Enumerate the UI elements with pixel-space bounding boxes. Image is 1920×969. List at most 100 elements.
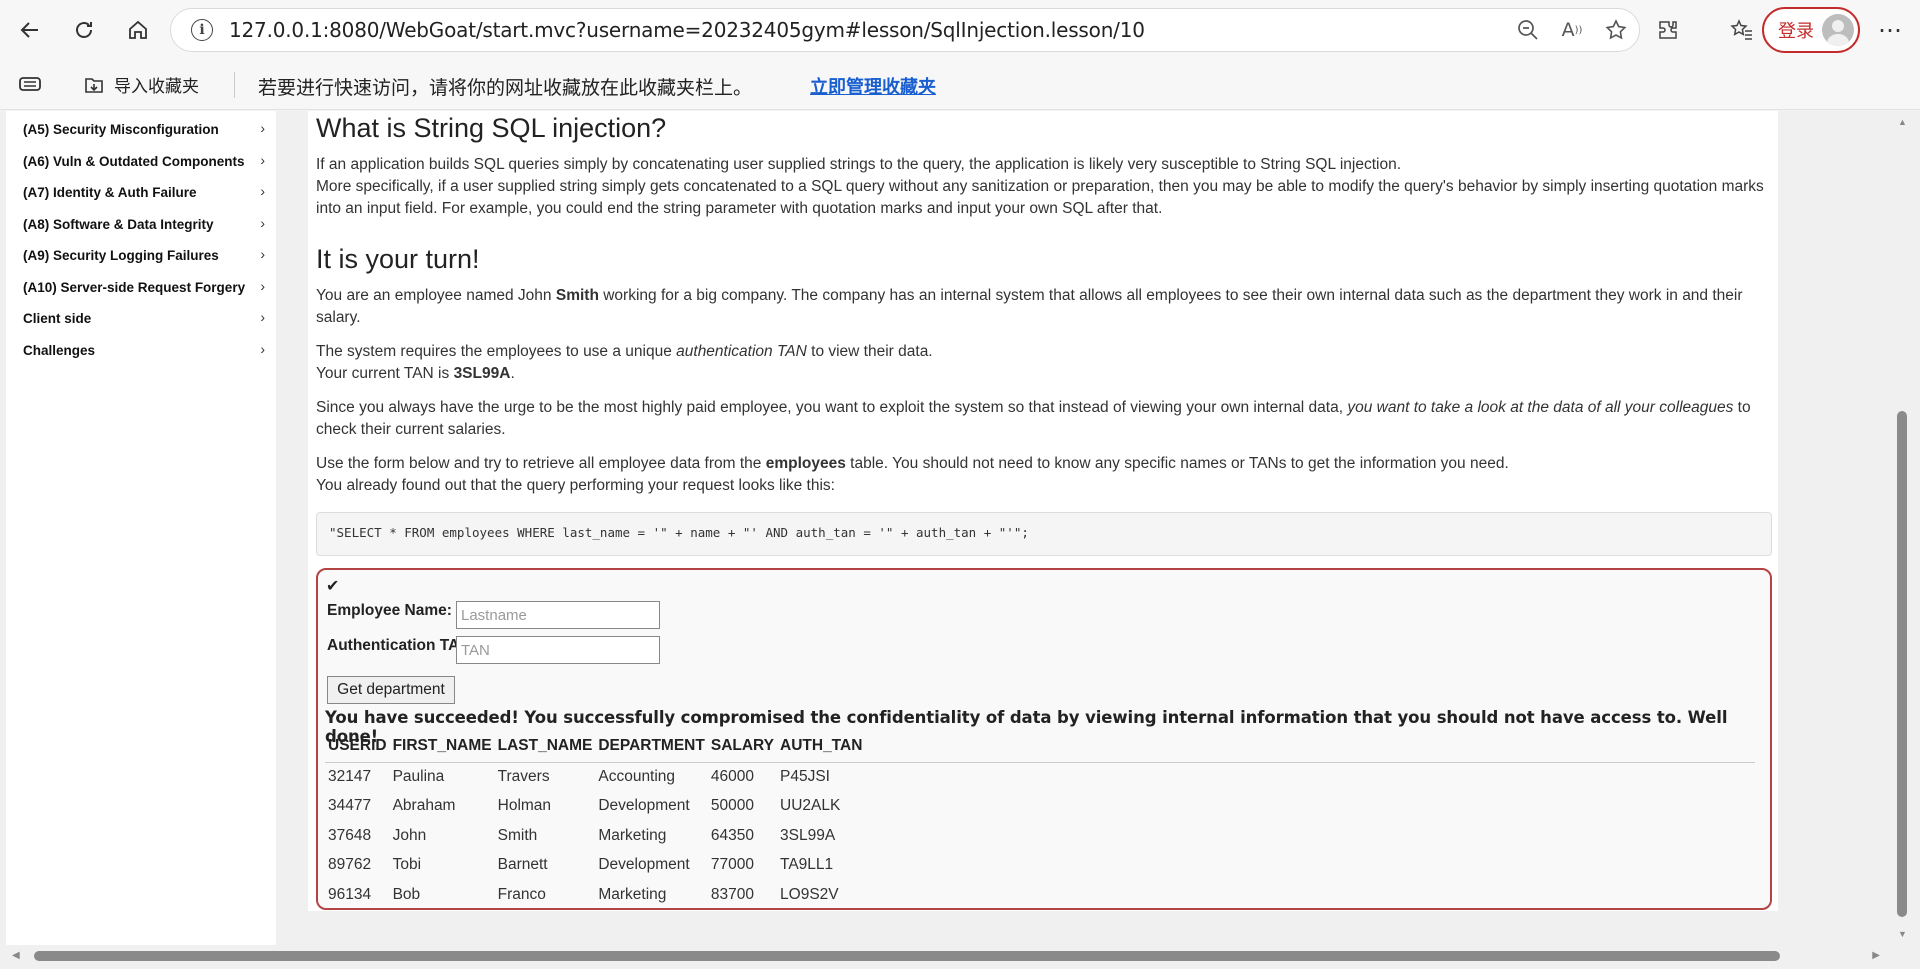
chevron-right-icon: › — [260, 309, 265, 325]
manage-favorites-link[interactable]: 立即管理收藏夹 — [810, 73, 936, 99]
table-row: 32147 Paulina Travers Accounting 46000 P… — [325, 762, 1755, 792]
employee-name-input[interactable] — [456, 601, 660, 629]
scroll-right-arrow-icon[interactable]: ▶ — [1872, 950, 1880, 961]
zoom-icon[interactable] — [1515, 17, 1541, 43]
table-cell: 32147 — [328, 768, 372, 785]
import-icon — [85, 77, 103, 93]
table-row: 37648 John Smith Marketing 64350 3SL99A — [325, 821, 1755, 851]
auth-tan-input[interactable] — [456, 636, 660, 664]
collections-icon[interactable] — [18, 74, 42, 94]
table-cell: Smith — [497, 826, 538, 844]
sidebar-item-label: (A8) Software & Data Integrity — [23, 216, 214, 232]
chevron-right-icon: › — [260, 246, 265, 262]
column-header: AUTH_TAN — [777, 730, 1755, 763]
sidebar-item-a10[interactable]: (A10) Server-side Request Forgery › — [23, 275, 273, 299]
sidebar-item-challenges[interactable]: Challenges › — [23, 338, 273, 362]
table-cell: 3SL99A — [780, 826, 836, 844]
get-department-button[interactable]: Get department — [327, 676, 455, 704]
results-table: USERID FIRST_NAME LAST_NAME DEPARTMENT S… — [325, 730, 1755, 910]
home-icon[interactable] — [118, 10, 158, 50]
scroll-left-arrow-icon[interactable]: ◀ — [12, 950, 20, 961]
auth-tan-label: Authentication TAN: — [327, 637, 476, 654]
chevron-right-icon: › — [260, 183, 265, 199]
refresh-icon[interactable] — [64, 10, 104, 50]
lesson-paragraph: Since you always have the urge to be the… — [316, 399, 1751, 438]
vertical-scrollbar[interactable]: ▲ ▼ — [1894, 111, 1910, 945]
horizontal-scrollbar[interactable]: ◀ ▶ — [6, 948, 1886, 964]
favorites-icon[interactable] — [1724, 12, 1760, 48]
table-cell: 89762 — [328, 856, 372, 874]
sidebar-item-label: Client side — [23, 310, 92, 326]
table-cell: Accounting — [598, 768, 676, 785]
table-cell: 46000 — [710, 768, 754, 785]
sidebar-item-label: (A10) Server-side Request Forgery — [23, 279, 246, 295]
sidebar-item-a7[interactable]: (A7) Identity & Auth Failure › — [23, 180, 273, 204]
lesson-paragraph: More specifically, if a user supplied st… — [316, 178, 1764, 217]
more-options-icon[interactable]: ⋯ — [1870, 10, 1910, 50]
table-row: 34477 Abraham Holman Development 50000 U… — [325, 792, 1755, 822]
address-bar[interactable]: i 127.0.0.1:8080/WebGoat/start.mvc?usern… — [170, 8, 1640, 52]
sidebar-item-a5[interactable]: (A5) Security Misconfiguration › — [23, 117, 273, 141]
table-cell: TA9LL1 — [780, 856, 834, 874]
divider — [234, 72, 235, 98]
login-button[interactable]: 登录 — [1762, 7, 1860, 53]
sidebar-item-label: Challenges — [23, 342, 96, 358]
sidebar-item-client-side[interactable]: Client side › — [23, 306, 273, 330]
lesson-paragraph: The system requires the employees to use… — [316, 343, 933, 360]
login-label: 登录 — [1778, 21, 1814, 42]
attack-form: ✔ Employee Name: Authentication TAN: Get… — [316, 568, 1772, 910]
back-arrow-icon[interactable] — [10, 10, 50, 50]
scrollbar-thumb[interactable] — [1897, 411, 1907, 917]
table-header-row: USERID FIRST_NAME LAST_NAME DEPARTMENT S… — [325, 730, 1755, 763]
bookmarks-bar: 导入收藏夹 若要进行快速访问，请将你的网址收藏放在此收藏夹栏上。 立即管理收藏夹 — [0, 60, 1920, 110]
column-header: DEPARTMENT — [595, 730, 708, 763]
sidebar-item-a8[interactable]: (A8) Software & Data Integrity › — [23, 212, 273, 236]
scroll-down-arrow-icon[interactable]: ▼ — [1898, 929, 1907, 939]
favorite-star-icon[interactable] — [1603, 17, 1629, 43]
employee-name-label: Employee Name: — [327, 602, 452, 619]
lesson-sidebar: (A5) Security Misconfiguration › (A6) Vul… — [6, 111, 276, 945]
table-cell: Bob — [392, 885, 421, 903]
lesson-paragraph: Use the form below and try to retrieve a… — [316, 455, 1509, 472]
lesson-paragraph: You already found out that the query per… — [316, 477, 835, 494]
table-cell: Travers — [497, 768, 550, 785]
chevron-right-icon: › — [260, 120, 265, 136]
column-header: LAST_NAME — [494, 730, 596, 763]
scrollbar-thumb[interactable] — [34, 951, 1780, 961]
table-row: 96134 Bob Franco Marketing 83700 LO9S2V — [325, 880, 1755, 910]
chevron-right-icon: › — [260, 341, 265, 357]
table-cell: Paulina — [392, 768, 445, 785]
table-cell: UU2ALK — [780, 797, 841, 815]
sql-query-code: "SELECT * FROM employees WHERE last_name… — [316, 512, 1772, 556]
table-cell: 64350 — [710, 826, 754, 844]
sidebar-item-a6[interactable]: (A6) Vuln & Outdated Components › — [23, 149, 273, 173]
scroll-up-arrow-icon[interactable]: ▲ — [1898, 117, 1907, 127]
lesson-paragraph: You are an employee named John Smith wor… — [316, 287, 1743, 326]
table-cell: Marketing — [598, 885, 667, 903]
page: (A5) Security Misconfiguration › (A6) Vul… — [0, 111, 1920, 969]
chevron-right-icon: › — [260, 215, 265, 231]
lesson-paragraph: Your current TAN is 3SL99A. — [316, 365, 515, 382]
column-header: SALARY — [707, 730, 778, 763]
import-favorites-button[interactable]: 导入收藏夹 — [82, 72, 199, 97]
read-aloud-icon[interactable]: A)) — [1559, 17, 1585, 43]
sidebar-item-a9[interactable]: (A9) Security Logging Failures › — [23, 243, 273, 267]
table-cell: Holman — [497, 797, 552, 815]
section-heading: What is String SQL injection? — [316, 113, 667, 143]
table-cell: Tobi — [392, 856, 422, 874]
table-cell: 77000 — [710, 856, 754, 874]
extensions-icon[interactable] — [1650, 12, 1686, 48]
column-header: FIRST_NAME — [389, 730, 495, 763]
import-label: 导入收藏夹 — [114, 77, 199, 97]
table-cell: Marketing — [598, 826, 667, 844]
url-text[interactable]: 127.0.0.1:8080/WebGoat/start.mvc?usernam… — [229, 18, 1145, 42]
browser-toolbar: i 127.0.0.1:8080/WebGoat/start.mvc?usern… — [0, 0, 1920, 60]
site-info-icon[interactable]: i — [191, 19, 213, 41]
table-cell: Development — [598, 797, 690, 815]
sidebar-item-label: (A6) Vuln & Outdated Components — [23, 153, 245, 169]
sidebar-item-label: (A7) Identity & Auth Failure — [23, 184, 197, 200]
section-heading: It is your turn! — [316, 244, 480, 274]
table-cell: John — [392, 826, 427, 844]
table-cell: P45JSI — [780, 768, 830, 785]
table-cell: Development — [598, 856, 690, 874]
